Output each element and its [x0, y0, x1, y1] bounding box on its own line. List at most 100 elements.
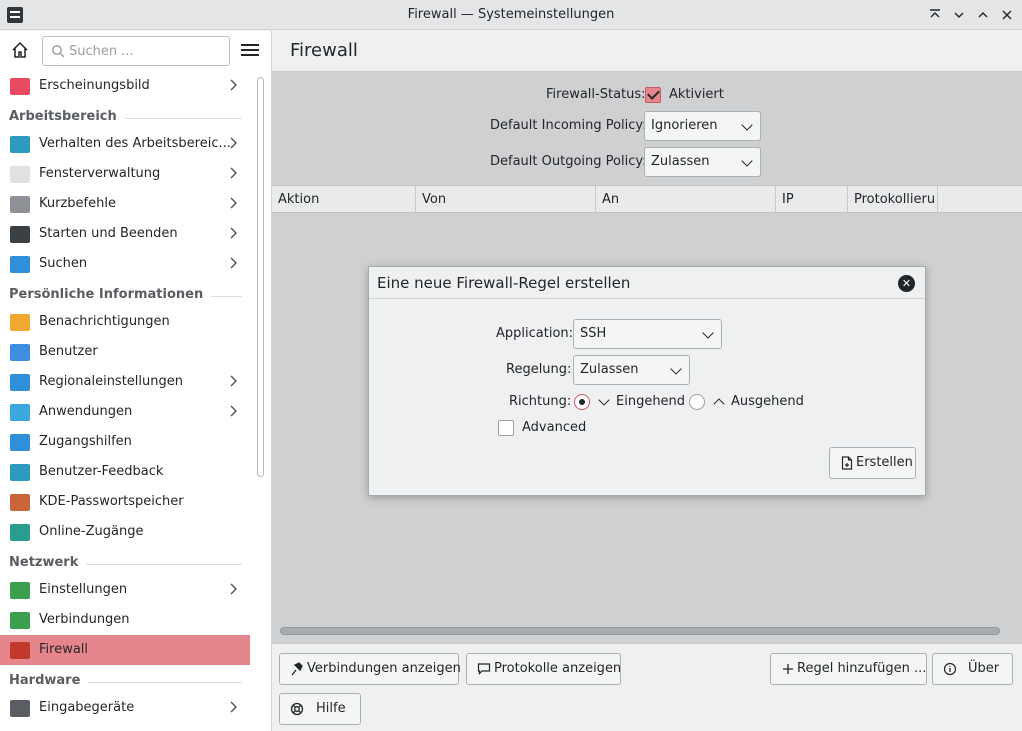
home-icon[interactable] — [10, 40, 34, 62]
column-header-logging[interactable]: Protokollieru — [848, 186, 938, 213]
dialog-titlebar: Eine neue Firewall-Regel erstellen ✕ — [369, 267, 925, 299]
sidebar-item[interactable]: Benutzer-Feedback — [0, 457, 250, 487]
sidebar-item[interactable]: KDE-Passwortspeicher — [0, 487, 250, 517]
direction-incoming-radio[interactable] — [574, 394, 590, 410]
sidebar-item-label: Anwendungen — [39, 404, 133, 419]
outgoing-policy-select[interactable]: Zulassen — [644, 147, 761, 177]
dialog-title: Eine neue Firewall-Regel erstellen — [377, 274, 631, 292]
horizontal-scrollbar[interactable] — [280, 627, 1000, 635]
firewall-icon — [10, 642, 30, 659]
firewall-status-checkbox[interactable] — [645, 87, 661, 103]
advanced-label[interactable]: Advanced — [522, 420, 586, 435]
sidebar-category-label: Hardware — [9, 673, 89, 688]
maximize-icon[interactable] — [974, 6, 992, 24]
advanced-row: Advanced — [369, 413, 925, 443]
keyboard-icon — [10, 196, 30, 213]
sidebar-item[interactable]: Online-Zugänge — [0, 517, 250, 547]
sidebar-item-label: Eingabegeräte — [39, 700, 135, 715]
hamburger-menu-icon[interactable] — [240, 41, 260, 61]
sidebar-item[interactable]: Anwendungen — [0, 397, 250, 427]
application-row: Application: SSH — [369, 319, 925, 349]
incoming-policy-select[interactable]: Ignorieren — [644, 111, 761, 141]
keep-above-icon[interactable] — [926, 6, 944, 24]
sidebar-item[interactable]: Kurzbefehle — [0, 189, 250, 219]
chevron-down-icon — [702, 327, 714, 339]
sidebar-list: Erscheinungsbild Arbeitsbereich Verhalten … — [0, 71, 250, 723]
sidebar-item[interactable]: Benutzer — [0, 337, 250, 367]
firewall-status-row: Firewall-Status: Aktiviert — [272, 80, 1022, 110]
sidebar-item-label: Kurzbefehle — [39, 196, 116, 211]
sidebar-header — [0, 31, 271, 71]
feedback-icon — [10, 464, 30, 481]
column-header-to[interactable]: An — [596, 186, 776, 213]
policy-row: Regelung: Zulassen — [369, 355, 925, 385]
dialog-close-icon[interactable]: ✕ — [898, 275, 915, 292]
direction-incoming-label[interactable]: Eingehend — [616, 394, 685, 409]
minimize-icon[interactable] — [950, 6, 968, 24]
show-logs-button[interactable]: Protokolle anzeigen — [466, 653, 621, 685]
sidebar-item-label: Zugangshilfen — [39, 434, 132, 449]
sidebar-item[interactable]: Benachrichtigungen — [0, 307, 250, 337]
lifebuoy-icon — [290, 701, 304, 717]
advanced-checkbox[interactable] — [498, 420, 514, 436]
sidebar-item[interactable]: Fensterverwaltung — [0, 159, 250, 189]
monitor-icon — [10, 226, 30, 243]
close-icon[interactable] — [998, 6, 1016, 24]
sidebar-item[interactable]: Regionaleinstellungen — [0, 367, 250, 397]
chevron-right-icon — [228, 582, 238, 600]
firewall-status-label: Firewall-Status: — [546, 87, 646, 102]
bell-icon — [10, 314, 30, 331]
sidebar-item-label: KDE-Passwortspeicher — [39, 494, 184, 509]
sidebar-category: Hardware — [0, 665, 250, 693]
create-button[interactable]: Erstellen — [829, 447, 916, 479]
sidebar-item[interactable]: Verbindungen — [0, 605, 250, 635]
help-button[interactable]: Hilfe — [279, 693, 361, 725]
input-devices-icon — [10, 700, 30, 717]
policy-label: Regelung: — [506, 362, 572, 377]
sidebar-item[interactable]: Firewall — [0, 635, 250, 665]
show-connections-button[interactable]: Verbindungen anzeigen — [279, 653, 461, 685]
column-header-ip[interactable]: IP — [776, 186, 848, 213]
info-icon — [943, 661, 957, 677]
sidebar-item-label: Einstellungen — [39, 582, 128, 597]
user-icon — [10, 344, 30, 361]
window-title: Firewall — Systemeinstellungen — [407, 7, 615, 22]
chevron-down-icon — [741, 155, 753, 167]
direction-outgoing-radio[interactable] — [689, 394, 705, 410]
sidebar-scrollbar[interactable] — [257, 77, 264, 477]
new-rule-dialog: Eine neue Firewall-Regel erstellen ✕ App… — [368, 266, 926, 496]
incoming-policy-row: Default Incoming Policy: Ignorieren — [272, 111, 1022, 141]
sidebar-item-label: Fensterverwaltung — [39, 166, 161, 181]
column-header-from[interactable]: Von — [416, 186, 596, 213]
policy-select[interactable]: Zulassen — [573, 355, 690, 385]
sidebar-item[interactable]: Einstellungen — [0, 575, 250, 605]
sidebar-item[interactable]: Zugangshilfen — [0, 427, 250, 457]
add-rule-button[interactable]: Regel hinzufügen ... — [770, 653, 927, 685]
application-value: SSH — [580, 326, 607, 341]
about-button[interactable]: Über — [932, 653, 1013, 685]
application-select[interactable]: SSH — [573, 319, 722, 349]
sidebar-item-label: Benutzer — [39, 344, 98, 359]
sidebar-item-label: Regionaleinstellungen — [39, 374, 183, 389]
sidebar-item[interactable]: Eingabegeräte — [0, 693, 250, 723]
chevron-down-icon — [670, 363, 682, 375]
search-input[interactable] — [69, 41, 224, 61]
title-bar: Firewall — Systemeinstellungen — [0, 0, 1022, 30]
sidebar-item[interactable]: Starten und Beenden — [0, 219, 250, 249]
sidebar-category: Arbeitsbereich — [0, 101, 250, 129]
column-header-action[interactable]: Aktion — [272, 186, 416, 213]
sidebar-item-label: Verbindungen — [39, 612, 130, 627]
sidebar-item[interactable]: Suchen — [0, 249, 250, 279]
sidebar-item[interactable]: Verhalten des Arbeitsbereic... — [0, 129, 250, 159]
new-document-icon — [840, 455, 854, 471]
chevron-right-icon — [228, 166, 238, 184]
appearance-icon — [10, 78, 30, 95]
direction-outgoing-label[interactable]: Ausgehend — [731, 394, 804, 409]
online-accounts-icon — [10, 524, 30, 541]
sidebar-item[interactable]: Erscheinungsbild — [0, 71, 250, 101]
application-label: Application: — [496, 326, 574, 341]
policy-value: Zulassen — [580, 362, 639, 377]
firewall-status-value[interactable]: Aktiviert — [669, 87, 724, 102]
sidebar-category-label: Netzwerk — [9, 555, 87, 570]
search-field[interactable] — [42, 36, 230, 66]
